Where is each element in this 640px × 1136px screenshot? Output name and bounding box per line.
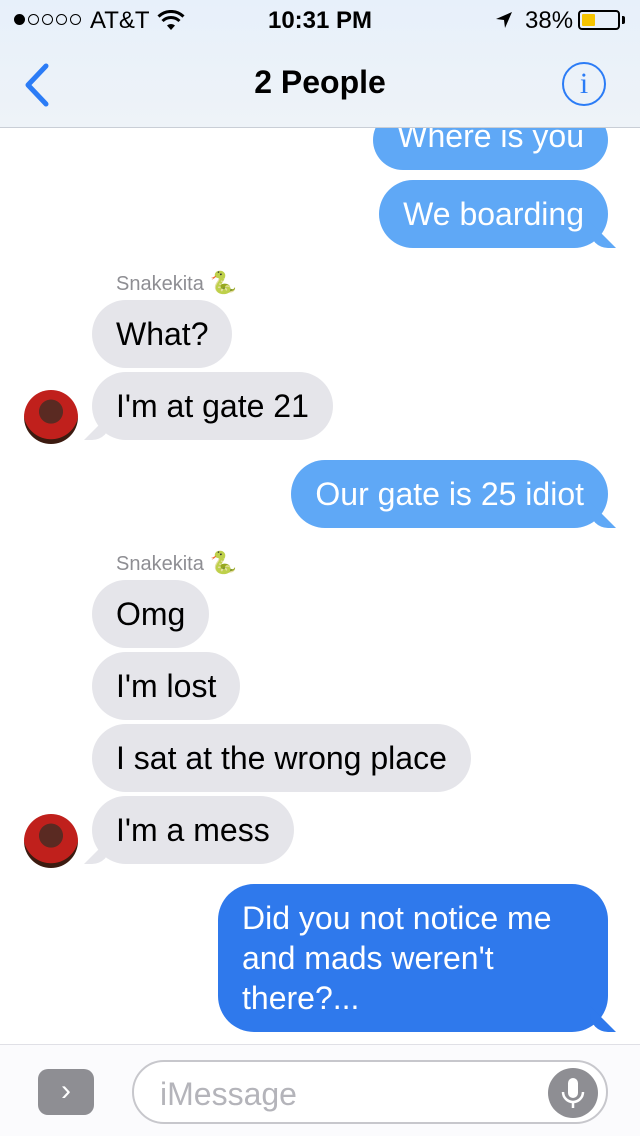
microphone-icon[interactable]: [548, 1068, 598, 1118]
message-incoming[interactable]: What?: [92, 300, 233, 368]
message-text: What?: [116, 316, 209, 352]
message-incoming[interactable]: I'm at gate 21: [92, 372, 333, 440]
sender-name: Snakekita 🐍: [116, 550, 238, 575]
message-incoming[interactable]: Omg: [92, 580, 210, 648]
message-text: Our gate is 25 idiot: [315, 476, 584, 512]
conversation-title[interactable]: 2 People: [0, 64, 640, 101]
message-text: I'm at gate 21: [116, 388, 309, 424]
apps-button[interactable]: ›: [38, 1069, 94, 1115]
location-arrow-icon: [496, 12, 512, 28]
sender-name: Snakekita 🐍: [116, 270, 238, 295]
message-incoming[interactable]: I'm lost: [92, 652, 241, 720]
message-placeholder: iMessage: [160, 1076, 297, 1112]
snake-emoji: 🐍: [209, 270, 238, 295]
avatar[interactable]: [24, 814, 78, 868]
header: AT&T 10:31 PM 38% 2 People i: [0, 0, 640, 128]
message-incoming[interactable]: I sat at the wrong place: [92, 724, 471, 792]
message-text: Omg: [116, 596, 186, 632]
message-text: We boarding: [403, 196, 584, 232]
message-outgoing[interactable]: Did you not notice me and mads weren't t…: [218, 884, 608, 1032]
message-text: I sat at the wrong place: [116, 740, 447, 776]
input-bar: › iMessage: [0, 1044, 640, 1136]
message-input[interactable]: iMessage: [132, 1060, 608, 1124]
status-bar: AT&T 10:31 PM 38%: [0, 0, 640, 40]
message-text: Did you not notice me and mads weren't t…: [242, 900, 552, 1016]
snake-emoji: 🐍: [209, 550, 238, 575]
message-incoming[interactable]: I'm a mess: [92, 796, 294, 864]
nav-bar: 2 People i: [0, 40, 640, 128]
conversation: Where is you We boarding Snakekita 🐍 What…: [0, 0, 640, 1136]
message-text: I'm lost: [116, 668, 217, 704]
battery-icon: [578, 10, 620, 30]
battery-percent: 38%: [525, 7, 574, 34]
avatar[interactable]: [24, 390, 78, 444]
message-text: I'm a mess: [116, 812, 270, 848]
message-outgoing[interactable]: Our gate is 25 idiot: [291, 460, 608, 528]
info-icon[interactable]: i: [562, 62, 606, 106]
message-outgoing[interactable]: We boarding: [379, 180, 608, 248]
